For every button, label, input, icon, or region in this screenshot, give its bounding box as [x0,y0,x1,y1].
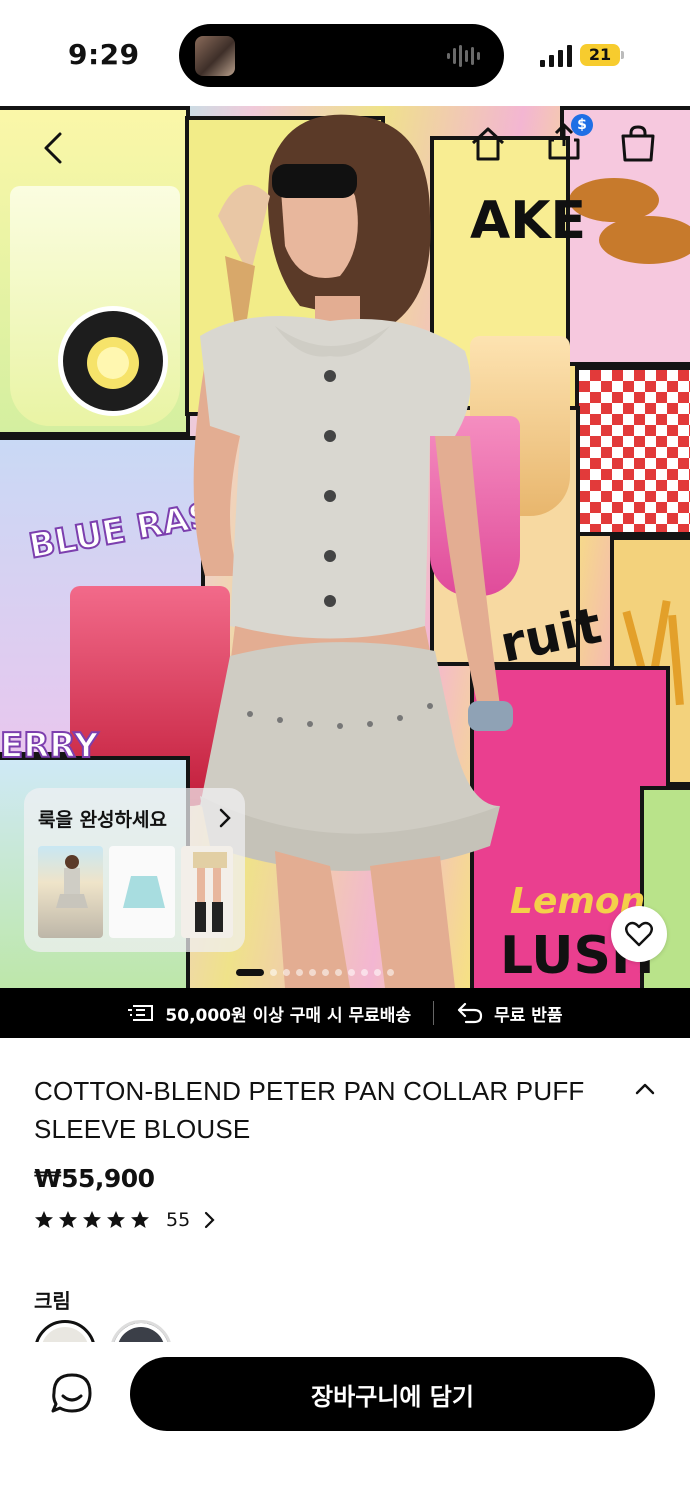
carousel-dot [236,969,264,976]
product-image-carousel[interactable]: AKE BLUE RAS ruit Lemon LUSH ERRY $ 룩을 완… [0,106,690,988]
now-playing-thumbnail [195,36,235,76]
carousel-dot [348,969,355,976]
status-bar: 9:29 21 [0,0,690,106]
battery-tip [621,51,624,59]
audio-wave-icon [447,45,480,67]
poster-text: ERRY [0,725,99,767]
free-returns-text: 무료 반품 [494,1005,563,1026]
carousel-dot [361,969,368,976]
return-icon [457,1002,483,1024]
review-count: 55 [166,1209,191,1231]
signal-icon [540,45,572,67]
lemonade-badge [58,306,168,416]
look-thumbnail-outfit[interactable] [38,846,104,938]
free-shipping-text: 50,000원 이상 구매 시 무료배송 [165,1005,412,1026]
product-title: COTTON-BLEND PETER PAN COLLAR PUFF SLEEV… [34,1076,585,1144]
battery-icon: 21 [580,44,620,66]
shipping-banner: 50,000원 이상 구매 시 무료배송 무료 반품 [0,988,690,1038]
selected-color-label: 크림 [34,1289,71,1313]
add-to-cart-button[interactable]: 장바구니에 담기 [130,1357,655,1431]
home-icon[interactable] [468,124,508,164]
share-badge: $ [571,114,593,136]
look-thumbnail-boots[interactable] [180,846,233,938]
bottom-action-bar: 장바구니에 담기 [0,1342,690,1500]
star-icon [131,1211,149,1228]
carousel-dot [335,969,342,976]
complete-the-look-title: 룩을 완성하세요 [38,808,167,831]
heart-icon [625,921,653,947]
star-icon [59,1211,77,1228]
carousel-dot [387,969,394,976]
carousel-dot [309,969,316,976]
star-icon [83,1211,101,1228]
checkered-poster [575,366,690,536]
carousel-dot [374,969,381,976]
carousel-dot [270,969,277,976]
chevron-right-icon[interactable] [217,808,233,828]
star-icon [107,1211,125,1228]
chevron-right-icon[interactable] [204,1211,216,1229]
look-thumbnail-skirt[interactable] [109,846,175,938]
product-price: ₩55,900 [34,1164,155,1193]
shopping-bag-icon[interactable] [618,124,658,164]
rating-row[interactable]: 55 [34,1209,216,1231]
carousel-dot [296,969,303,976]
divider [433,1001,435,1025]
carousel-dot [283,969,290,976]
complete-the-look-card[interactable]: 룩을 완성하세요 [24,788,245,952]
carousel-indicator [236,969,394,976]
back-icon[interactable] [34,128,74,168]
wishlist-button[interactable] [611,906,667,962]
chat-icon[interactable] [48,1370,96,1418]
chevron-up-icon[interactable] [634,1080,656,1098]
star-icon [35,1211,53,1228]
carousel-dot [322,969,329,976]
status-time: 9:29 [68,38,140,71]
dynamic-island[interactable] [179,24,504,87]
delivery-icon [128,1005,154,1021]
